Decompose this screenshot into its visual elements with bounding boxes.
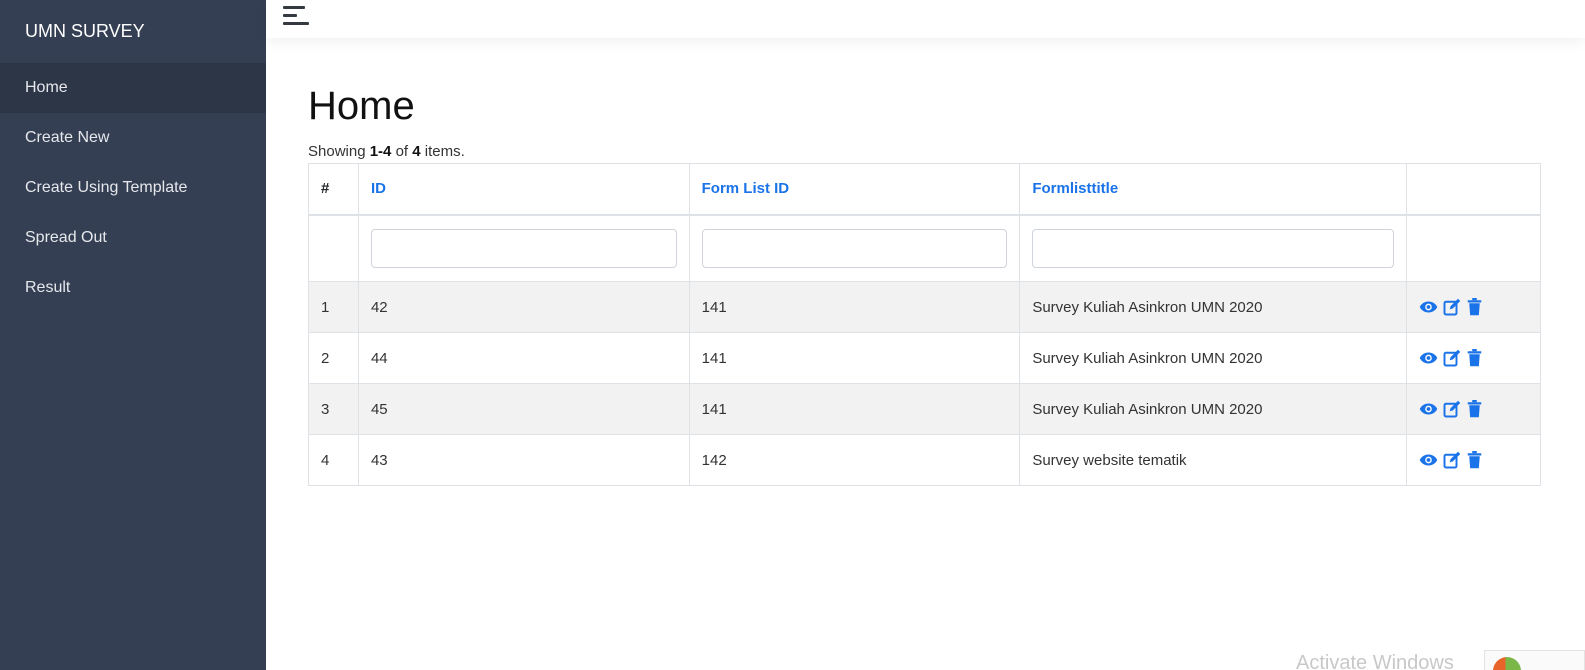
cell-id: 44 — [357, 332, 690, 384]
table-row: 3 45 141 Survey Kuliah Asinkron UMN 2020 — [308, 383, 1541, 435]
cell-number: 2 — [308, 332, 359, 384]
cell-actions — [1406, 332, 1541, 384]
filter-cell-empty — [308, 214, 359, 282]
filter-cell-formlisttitle — [1019, 214, 1408, 282]
eye-icon[interactable] — [1419, 298, 1438, 317]
eye-icon[interactable] — [1419, 349, 1438, 368]
cell-number: 1 — [308, 281, 359, 333]
filter-form-list-id-input[interactable] — [701, 228, 1008, 268]
filter-id-input[interactable] — [370, 228, 677, 268]
trash-icon[interactable] — [1465, 349, 1484, 368]
summary-total: 4 — [412, 143, 421, 160]
cell-actions — [1406, 383, 1541, 435]
filter-formlisttitle-input[interactable] — [1032, 228, 1395, 268]
cell-id: 43 — [357, 434, 690, 486]
header-number: # — [308, 163, 359, 216]
header-form-list-id[interactable]: Form List ID — [688, 163, 1021, 216]
cell-form-list-id: 141 — [688, 383, 1021, 435]
header-actions — [1406, 163, 1541, 216]
app-logo-icon — [1493, 657, 1521, 670]
eye-icon[interactable] — [1419, 400, 1438, 419]
cell-actions — [1406, 281, 1541, 333]
sidebar: UMN SURVEY Home Create New Create Using … — [0, 0, 266, 670]
cell-formlisttitle: Survey Kuliah Asinkron UMN 2020 — [1019, 332, 1408, 384]
page-title: Home — [308, 84, 415, 128]
survey-table: # ID Form List ID Formlisttitle 1 42 141… — [308, 163, 1541, 486]
cell-form-list-id: 141 — [688, 281, 1021, 333]
cell-actions — [1406, 434, 1541, 486]
cell-formlisttitle: Survey Kuliah Asinkron UMN 2020 — [1019, 383, 1408, 435]
edit-icon[interactable] — [1442, 400, 1461, 419]
summary-of: of — [395, 143, 409, 160]
main-content: Home Showing 1-4 of 4 items. # ID Form L… — [308, 80, 1541, 486]
cell-id: 45 — [357, 383, 690, 435]
sidebar-item-create-using-template[interactable]: Create Using Template — [0, 163, 266, 213]
table-row: 4 43 142 Survey website tematik — [308, 434, 1541, 486]
windows-activation-watermark: Activate Windows — [1296, 652, 1454, 670]
table-row: 1 42 141 Survey Kuliah Asinkron UMN 2020 — [308, 281, 1541, 333]
topbar — [266, 0, 1585, 38]
summary-suffix: items. — [424, 143, 465, 160]
brand-title[interactable]: UMN SURVEY — [0, 0, 266, 63]
eye-icon[interactable] — [1419, 451, 1438, 470]
cell-id: 42 — [357, 281, 690, 333]
edit-icon[interactable] — [1442, 349, 1461, 368]
trash-icon[interactable] — [1465, 400, 1484, 419]
header-formlisttitle[interactable]: Formlisttitle — [1019, 163, 1408, 216]
cell-number: 3 — [308, 383, 359, 435]
sidebar-item-home[interactable]: Home — [0, 63, 266, 113]
sidebar-item-create-new[interactable]: Create New — [0, 113, 266, 163]
filter-cell-id — [357, 214, 690, 282]
cell-formlisttitle: Survey Kuliah Asinkron UMN 2020 — [1019, 281, 1408, 333]
trash-icon[interactable] — [1465, 451, 1484, 470]
header-id[interactable]: ID — [357, 163, 690, 216]
sidebar-item-result[interactable]: Result — [0, 263, 266, 313]
trash-icon[interactable] — [1465, 298, 1484, 317]
cell-number: 4 — [308, 434, 359, 486]
taskbar-tray — [1484, 650, 1585, 670]
table-row: 2 44 141 Survey Kuliah Asinkron UMN 2020 — [308, 332, 1541, 384]
filter-cell-form-list-id — [688, 214, 1021, 282]
edit-icon[interactable] — [1442, 451, 1461, 470]
summary-range: 1-4 — [369, 143, 392, 160]
edit-icon[interactable] — [1442, 298, 1461, 317]
results-summary: Showing 1-4 of 4 items. — [308, 143, 1541, 160]
cell-form-list-id: 141 — [688, 332, 1021, 384]
cell-form-list-id: 142 — [688, 434, 1021, 486]
filter-cell-actions — [1406, 214, 1541, 282]
hamburger-icon[interactable] — [283, 6, 309, 28]
sidebar-item-spread-out[interactable]: Spread Out — [0, 213, 266, 263]
summary-prefix: Showing — [308, 143, 366, 160]
cell-formlisttitle: Survey website tematik — [1019, 434, 1408, 486]
